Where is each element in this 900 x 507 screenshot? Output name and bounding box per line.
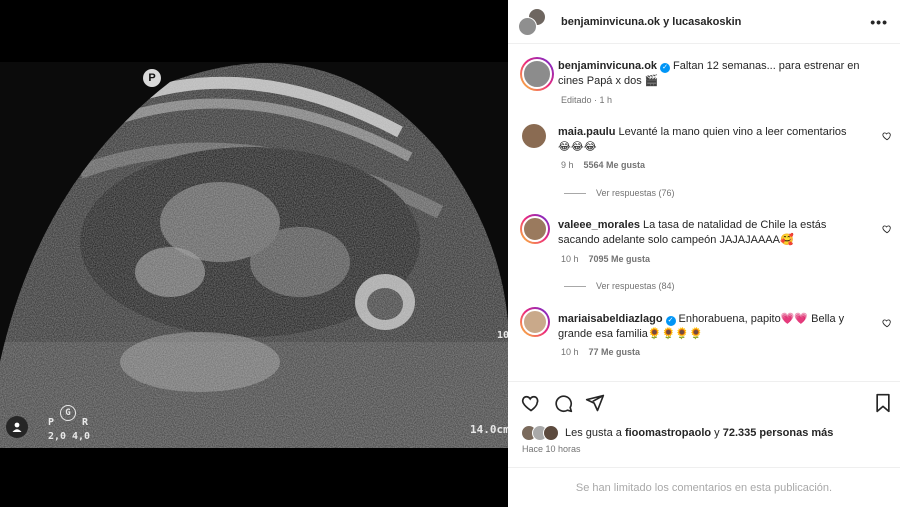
- bookmark-icon[interactable]: [874, 393, 892, 413]
- share-icon[interactable]: [585, 393, 605, 413]
- caption-meta: Editado · 1 h: [561, 95, 613, 105]
- label-r: R: [82, 417, 89, 428]
- value-right: 4,0: [72, 431, 91, 442]
- ultrasound-image: [0, 62, 508, 448]
- post-header: benjaminvicuna.ok y lucasakoskin •••: [508, 0, 900, 44]
- comment-username[interactable]: mariaisabeldiazlago: [558, 313, 663, 325]
- likes-prefix: Les gusta a: [565, 427, 622, 439]
- like-icon[interactable]: [521, 393, 541, 413]
- gain-marker: G: [60, 405, 76, 421]
- likes-user[interactable]: fioomastropaolo: [625, 427, 711, 439]
- comment-time: 10 h: [561, 347, 579, 357]
- post-time: Hace 10 horas: [522, 444, 581, 454]
- likes-summary[interactable]: Les gusta a fioomastropaolo y 72.335 per…: [521, 425, 833, 441]
- comment-likes[interactable]: 7095 Me gusta: [589, 254, 651, 264]
- action-bar: Les gusta a fioomastropaolo y 72.335 per…: [508, 381, 900, 467]
- comment-time: 10 h: [561, 254, 579, 264]
- label-p: P: [48, 417, 55, 428]
- avatar[interactable]: [522, 124, 546, 148]
- likes-connector: y: [714, 427, 720, 439]
- verified-icon: ✓: [665, 316, 676, 326]
- caption-username[interactable]: benjaminvicuna.ok: [558, 60, 657, 72]
- probe-marker: P: [143, 69, 161, 87]
- heart-icon[interactable]: [882, 224, 892, 234]
- comment-username[interactable]: valeee_morales: [558, 219, 640, 231]
- comment-username[interactable]: maia.paulu: [558, 126, 615, 138]
- comments-limited-notice: Se han limitado los comentarios en esta …: [508, 467, 900, 507]
- heart-icon[interactable]: [882, 131, 892, 141]
- comment-time: 9 h: [561, 160, 574, 170]
- post-panel: benjaminvicuna.ok y lucasakoskin ••• ben…: [508, 0, 900, 507]
- comment-icon[interactable]: [553, 393, 573, 413]
- comment-likes[interactable]: 5564 Me gusta: [584, 160, 646, 170]
- header-title[interactable]: benjaminvicuna.ok y lucasakoskin: [561, 16, 741, 28]
- post-media[interactable]: P G P R 2,0 4,0 14.0cm 10: [0, 0, 508, 507]
- avatar[interactable]: [520, 307, 550, 337]
- collab-avatars[interactable]: [518, 7, 548, 36]
- likes-avatars: [521, 425, 563, 441]
- depth-side-label: 10: [497, 330, 508, 341]
- avatar[interactable]: [520, 214, 550, 244]
- value-left: 2,0: [48, 431, 67, 442]
- heart-icon[interactable]: [882, 318, 892, 328]
- caption-avatar[interactable]: [520, 57, 554, 91]
- comment-likes[interactable]: 77 Me gusta: [589, 347, 641, 357]
- user-tag-icon[interactable]: [6, 416, 28, 438]
- avatar: [518, 16, 537, 36]
- depth-label: 14.0cm: [470, 423, 508, 436]
- more-icon[interactable]: •••: [870, 14, 888, 30]
- view-replies[interactable]: Ver respuestas (76): [564, 188, 675, 198]
- likes-count[interactable]: 72.335 personas más: [723, 427, 834, 439]
- verified-icon: ✓: [660, 63, 671, 73]
- view-replies[interactable]: Ver respuestas (84): [564, 281, 675, 291]
